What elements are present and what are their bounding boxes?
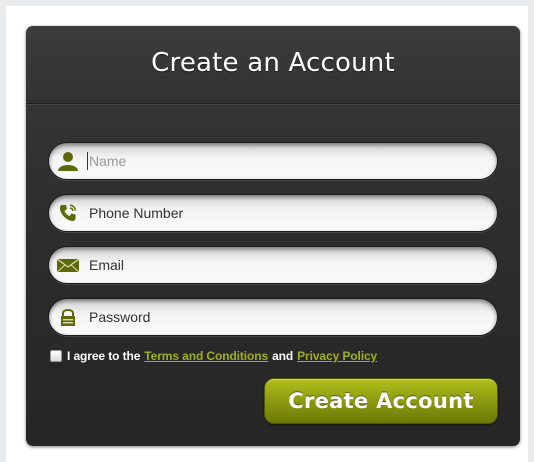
form-title: Create an Account <box>151 48 395 78</box>
password-field[interactable] <box>48 298 498 336</box>
lock-icon <box>57 307 79 327</box>
name-field[interactable] <box>48 142 498 180</box>
agree-row: I agree to the Terms and Conditions and … <box>50 348 381 364</box>
text-cursor <box>87 152 88 170</box>
privacy-link[interactable]: Privacy Policy <box>297 349 377 363</box>
agree-text: I agree to the <box>67 349 141 363</box>
user-icon <box>57 151 79 171</box>
envelope-icon <box>57 255 79 275</box>
email-field[interactable] <box>48 246 498 284</box>
password-input[interactable] <box>89 299 489 335</box>
signup-form: Create an Account Name Phone Number Emai… <box>26 26 520 446</box>
create-account-button[interactable]: Create Account <box>264 378 498 424</box>
email-input[interactable] <box>89 247 489 283</box>
phone-input[interactable] <box>89 195 489 231</box>
name-input[interactable] <box>89 143 489 179</box>
agree-conjunction: and <box>272 349 294 363</box>
phone-field[interactable] <box>48 194 498 232</box>
terms-link[interactable]: Terms and Conditions <box>144 349 268 363</box>
agree-checkbox[interactable] <box>50 350 62 362</box>
phone-icon <box>57 203 79 223</box>
